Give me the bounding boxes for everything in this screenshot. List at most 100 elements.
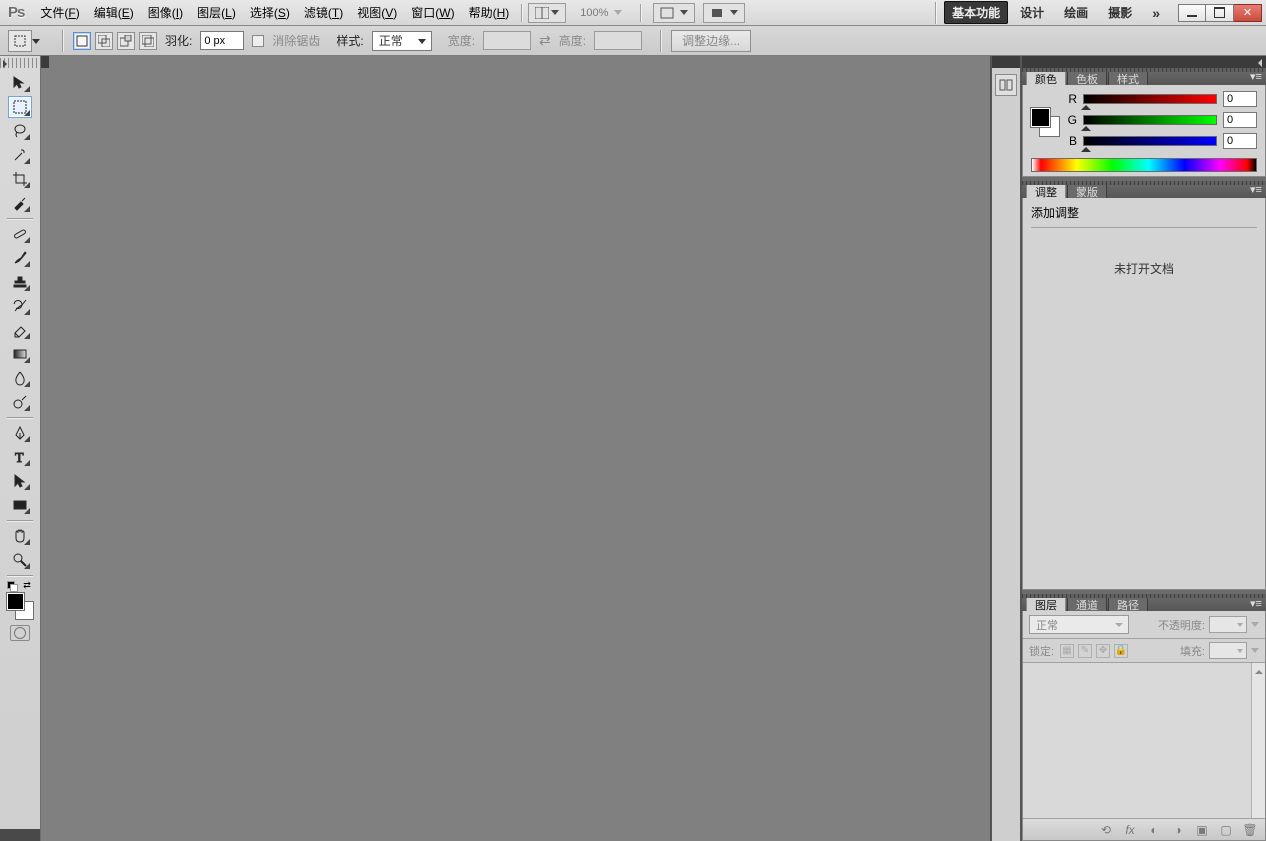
- gradient-icon: [12, 346, 28, 362]
- marquee-tool[interactable]: [8, 96, 32, 118]
- color-swatches[interactable]: [7, 593, 33, 619]
- eyedropper-tool[interactable]: [8, 192, 32, 214]
- workspace-more[interactable]: »: [1144, 2, 1168, 24]
- panel-dock: 颜色 色板 样式 ▾≡ R G: [1021, 56, 1266, 841]
- arrow-icon: [12, 473, 28, 489]
- dock-handle[interactable]: [41, 56, 49, 68]
- move-tool[interactable]: [8, 72, 32, 94]
- screen-mode-button[interactable]: [653, 3, 695, 23]
- dodge-icon: [12, 394, 28, 410]
- dock-handle[interactable]: [1022, 56, 1266, 68]
- menu-filter[interactable]: 滤镜(T): [298, 1, 349, 24]
- blur-tool[interactable]: [8, 367, 32, 389]
- selection-add-button[interactable]: [95, 32, 113, 50]
- menu-bar: Ps 文件(F) 编辑(E) 图像(I) 图层(L) 选择(S) 滤镜(T) 视…: [0, 0, 1266, 26]
- fill-label: 填充:: [1180, 643, 1205, 659]
- mini-panel-icon[interactable]: [995, 74, 1017, 96]
- separator: [660, 30, 661, 52]
- height-input: [594, 31, 642, 50]
- arrange-documents-button[interactable]: [528, 3, 566, 23]
- slider-thumb[interactable]: [1081, 142, 1091, 152]
- type-tool[interactable]: T: [8, 446, 32, 468]
- pen-tool[interactable]: [8, 422, 32, 444]
- lasso-tool[interactable]: [8, 120, 32, 142]
- shape-tool[interactable]: [8, 494, 32, 516]
- zoom-level: 100%: [574, 3, 628, 23]
- menu-layer[interactable]: 图层(L): [191, 1, 242, 24]
- default-colors-icon[interactable]: [7, 581, 19, 593]
- workspace-essentials[interactable]: 基本功能: [944, 1, 1008, 24]
- adjustments-empty-message: 未打开文档: [1031, 234, 1257, 303]
- color-spectrum[interactable]: [1031, 158, 1257, 172]
- workspace-design[interactable]: 设计: [1012, 1, 1052, 24]
- menu-image[interactable]: 图像(I): [142, 1, 189, 24]
- crop-tool[interactable]: [8, 168, 32, 190]
- selection-mode-group: [73, 32, 157, 50]
- foreground-color[interactable]: [1031, 108, 1050, 127]
- history-icon: [999, 78, 1013, 92]
- menu-separator: [640, 4, 641, 22]
- window-close-button[interactable]: [1234, 4, 1262, 22]
- b-input[interactable]: [1223, 133, 1257, 149]
- swap-colors-icon[interactable]: ⇄: [23, 580, 31, 591]
- menu-view[interactable]: 视图(V): [351, 1, 403, 24]
- workspace-painting[interactable]: 绘画: [1056, 1, 1096, 24]
- history-brush-tool[interactable]: [8, 295, 32, 317]
- eyedropper-icon: [12, 195, 28, 211]
- layers-list[interactable]: [1023, 663, 1265, 818]
- slider-thumb[interactable]: [1081, 121, 1091, 131]
- quick-mask-button[interactable]: [10, 625, 30, 641]
- clone-stamp-tool[interactable]: [8, 271, 32, 293]
- menu-select[interactable]: 选择(S): [244, 1, 296, 24]
- selection-intersect-button[interactable]: [139, 32, 157, 50]
- extras-button[interactable]: [703, 3, 745, 23]
- brush-tool[interactable]: [8, 247, 32, 269]
- workspace-photography[interactable]: 摄影: [1100, 1, 1140, 24]
- menu-edit[interactable]: 编辑(E): [88, 1, 140, 24]
- selection-subtract-button[interactable]: [117, 32, 135, 50]
- scrollbar[interactable]: [1251, 663, 1265, 818]
- dock-handle[interactable]: [992, 56, 1020, 68]
- tool-divider: [7, 575, 33, 576]
- color-swatches-mini[interactable]: [1031, 108, 1059, 136]
- hand-tool[interactable]: [8, 525, 32, 547]
- eraser-tool[interactable]: [8, 319, 32, 341]
- zoom-tool[interactable]: [8, 549, 32, 571]
- menu-file[interactable]: 文件(F): [34, 1, 85, 24]
- marquee-icon: [13, 34, 27, 48]
- width-label: 宽度:: [448, 32, 475, 49]
- chevron-right-icon: [1251, 622, 1259, 627]
- rectangle-icon: [12, 497, 28, 513]
- r-input[interactable]: [1223, 91, 1257, 107]
- foreground-color[interactable]: [7, 593, 24, 610]
- slider-thumb[interactable]: [1081, 100, 1091, 110]
- quick-select-tool[interactable]: [8, 144, 32, 166]
- dodge-tool[interactable]: [8, 391, 32, 413]
- height-label: 高度:: [559, 32, 586, 49]
- b-slider[interactable]: [1083, 136, 1217, 146]
- path-select-tool[interactable]: [8, 470, 32, 492]
- canvas-area[interactable]: [41, 56, 991, 841]
- menu-window[interactable]: 窗口(W): [405, 1, 460, 24]
- toolbox-footer: [0, 829, 40, 841]
- workspace: T ⇄ 颜色 色板: [0, 56, 1266, 841]
- g-input[interactable]: [1223, 112, 1257, 128]
- toolbox-handle[interactable]: [0, 58, 40, 68]
- selection-new-button[interactable]: [73, 32, 91, 50]
- menu-help[interactable]: 帮助(H): [463, 1, 516, 24]
- window-maximize-button[interactable]: [1206, 4, 1234, 22]
- window-minimize-button[interactable]: [1178, 4, 1206, 22]
- gradient-tool[interactable]: [8, 343, 32, 365]
- feather-input[interactable]: [200, 31, 244, 50]
- adjustment-layer-icon: ◑: [1171, 823, 1185, 837]
- r-slider[interactable]: [1083, 94, 1217, 104]
- g-slider[interactable]: [1083, 115, 1217, 125]
- tool-preset-button[interactable]: [8, 30, 32, 52]
- lasso-icon: [12, 123, 28, 139]
- style-select[interactable]: 正常: [372, 31, 432, 51]
- healing-brush-tool[interactable]: [8, 223, 32, 245]
- stamp-icon: [12, 274, 28, 290]
- menu-separator: [935, 2, 936, 24]
- chevron-down-icon: [551, 10, 559, 15]
- width-input: [483, 31, 531, 50]
